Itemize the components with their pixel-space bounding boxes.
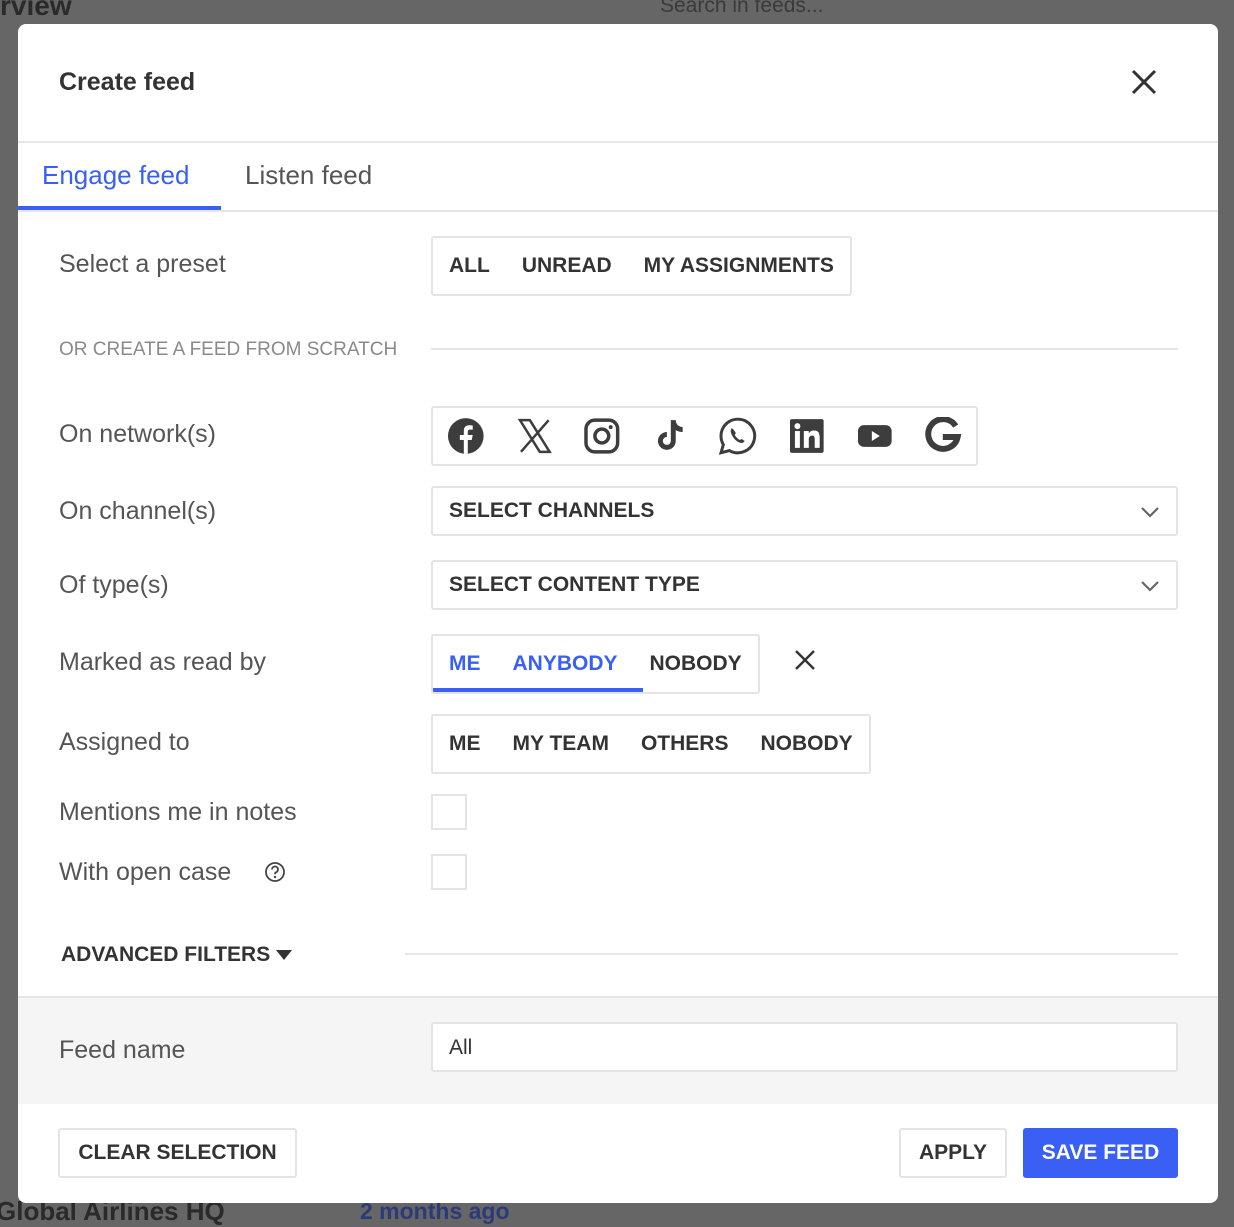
apply-button[interactable]: APPLY (899, 1128, 1007, 1178)
mentions-checkbox[interactable] (431, 794, 467, 830)
assigned-me[interactable]: ME (449, 732, 481, 756)
advanced-filters-label: ADVANCED FILTERS (61, 943, 271, 966)
networks-label: On network(s) (59, 420, 216, 448)
chevron-down-icon (1141, 507, 1159, 518)
feed-name-section: Feed name All (18, 996, 1218, 1104)
linkedin-icon[interactable] (789, 418, 825, 454)
close-icon[interactable] (1126, 64, 1162, 100)
read-by-label: Marked as read by (59, 648, 267, 676)
read-by-selector: ME ANYBODY NOBODY (431, 634, 760, 694)
open-case-checkbox[interactable] (431, 854, 467, 890)
channels-dropdown[interactable]: SELECT CHANNELS (431, 486, 1178, 536)
read-by-anybody[interactable]: ANYBODY (513, 652, 618, 676)
divider (405, 953, 1178, 955)
content-type-dropdown[interactable]: SELECT CONTENT TYPE (431, 560, 1178, 610)
preset-selector: ALL UNREAD MY ASSIGNMENTS (431, 236, 852, 296)
help-icon[interactable] (264, 861, 286, 883)
chevron-down-icon (1141, 581, 1159, 592)
channels-label: On channel(s) (59, 497, 217, 525)
youtube-icon[interactable] (857, 418, 893, 454)
divider (431, 348, 1178, 350)
create-feed-modal: Create feed Engage feed Listen feed Sele… (18, 24, 1218, 1203)
caret-down-icon (276, 950, 293, 960)
assigned-my-team[interactable]: MY TEAM (513, 732, 609, 756)
mentions-label: Mentions me in notes (59, 798, 297, 826)
channels-value: SELECT CHANNELS (449, 499, 655, 522)
tab-engage-feed[interactable]: Engage feed (42, 160, 189, 191)
background-search: Search in feeds... (660, 0, 824, 17)
assigned-selector: ME MY TEAM OTHERS NOBODY (431, 714, 871, 774)
assigned-label: Assigned to (59, 728, 190, 756)
save-feed-button[interactable]: SAVE FEED (1023, 1128, 1178, 1178)
read-by-nobody[interactable]: NOBODY (650, 652, 742, 676)
scratch-divider-label: OR CREATE A FEED FROM SCRATCH (59, 339, 398, 360)
background-title: rview (0, 0, 72, 21)
modal-title: Create feed (59, 68, 196, 96)
advanced-filters-toggle[interactable]: ADVANCED FILTERS (61, 943, 293, 967)
preset-all[interactable]: ALL (449, 254, 490, 278)
x-icon[interactable] (517, 418, 553, 454)
assigned-nobody[interactable]: NOBODY (760, 732, 852, 756)
instagram-icon[interactable] (584, 418, 620, 454)
google-icon[interactable] (924, 417, 962, 455)
tab-listen-feed[interactable]: Listen feed (245, 160, 372, 191)
types-label: Of type(s) (59, 571, 169, 599)
whatsapp-icon[interactable] (719, 417, 757, 455)
content-type-value: SELECT CONTENT TYPE (449, 573, 700, 596)
facebook-icon[interactable] (447, 417, 485, 455)
preset-label: Select a preset (59, 250, 226, 278)
preset-unread[interactable]: UNREAD (522, 254, 612, 278)
clear-read-by-icon[interactable] (793, 648, 817, 672)
open-case-label: With open case (59, 858, 232, 886)
read-by-me[interactable]: ME (449, 652, 481, 676)
tiktok-icon[interactable] (652, 418, 688, 454)
clear-selection-button[interactable]: CLEAR SELECTION (58, 1128, 297, 1178)
feed-name-input[interactable]: All (431, 1022, 1178, 1072)
selection-indicator (433, 688, 643, 692)
preset-my-assignments[interactable]: MY ASSIGNMENTS (644, 254, 834, 278)
feed-name-label: Feed name (59, 1036, 186, 1064)
network-selector (431, 406, 978, 466)
assigned-others[interactable]: OTHERS (641, 732, 729, 756)
